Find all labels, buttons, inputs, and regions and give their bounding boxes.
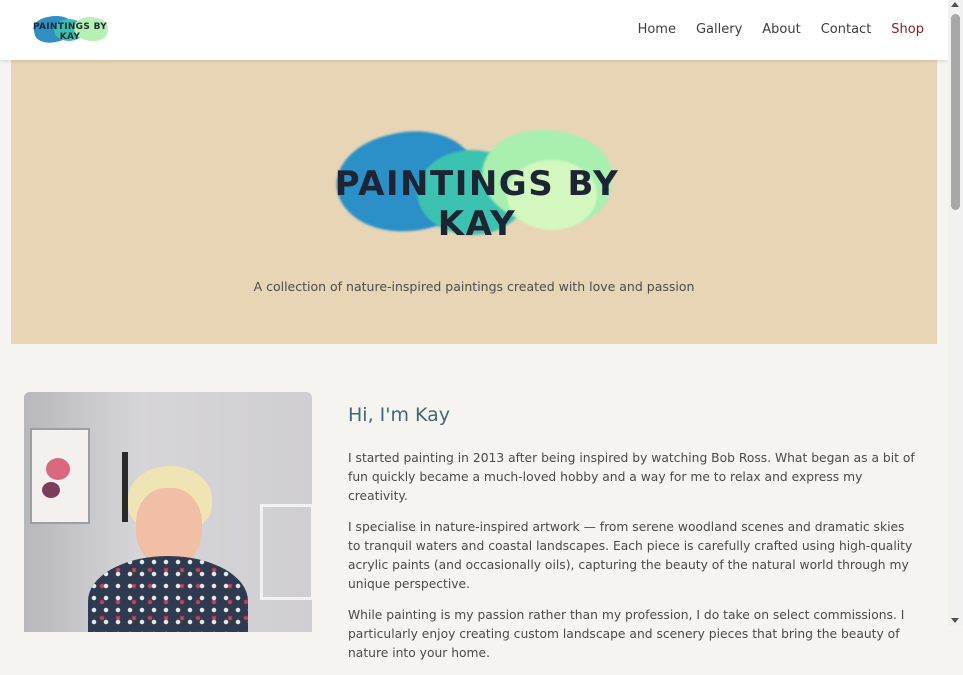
page-scrollbar[interactable]	[948, 0, 963, 626]
about-section: Hi, I'm Kay I started painting in 2013 a…	[348, 402, 920, 675]
about-paragraph: I started painting in 2013 after being i…	[348, 451, 915, 503]
about-paragraph: I specialise in nature-inspired artwork …	[348, 520, 913, 591]
nav-contact[interactable]: Contact	[821, 20, 872, 40]
scrollbar-thumb[interactable]	[951, 14, 960, 210]
site-header: PAINTINGS BY KAY Home Gallery About Cont…	[0, 0, 948, 60]
hero-banner: PAINTINGS BY KAY A collection of nature-…	[11, 60, 937, 344]
site-logo[interactable]: PAINTINGS BY KAY	[28, 12, 112, 46]
hero-logo: PAINTINGS BY KAY	[307, 116, 647, 250]
hero-logo-text: PAINTINGS BY KAY	[334, 164, 620, 244]
hero-tagline: A collection of nature-inspired painting…	[253, 279, 695, 294]
main-nav: Home Gallery About Contact Shop	[618, 20, 924, 40]
nav-home[interactable]: Home	[638, 20, 676, 40]
wall-painting	[30, 428, 90, 524]
floor-lamp	[122, 452, 128, 522]
wall-frame	[260, 504, 312, 600]
nav-shop[interactable]: Shop	[891, 20, 924, 40]
about-paragraph: While painting is my passion rather than…	[348, 608, 905, 660]
logo-text: PAINTINGS BY KAY	[32, 22, 108, 42]
nav-gallery[interactable]: Gallery	[696, 20, 742, 40]
about-heading: Hi, I'm Kay	[348, 404, 451, 426]
scroll-down-arrow-icon[interactable]	[951, 618, 959, 623]
artist-photo	[24, 392, 312, 632]
scroll-up-arrow-icon[interactable]	[951, 2, 959, 7]
nav-about[interactable]: About	[762, 20, 800, 40]
